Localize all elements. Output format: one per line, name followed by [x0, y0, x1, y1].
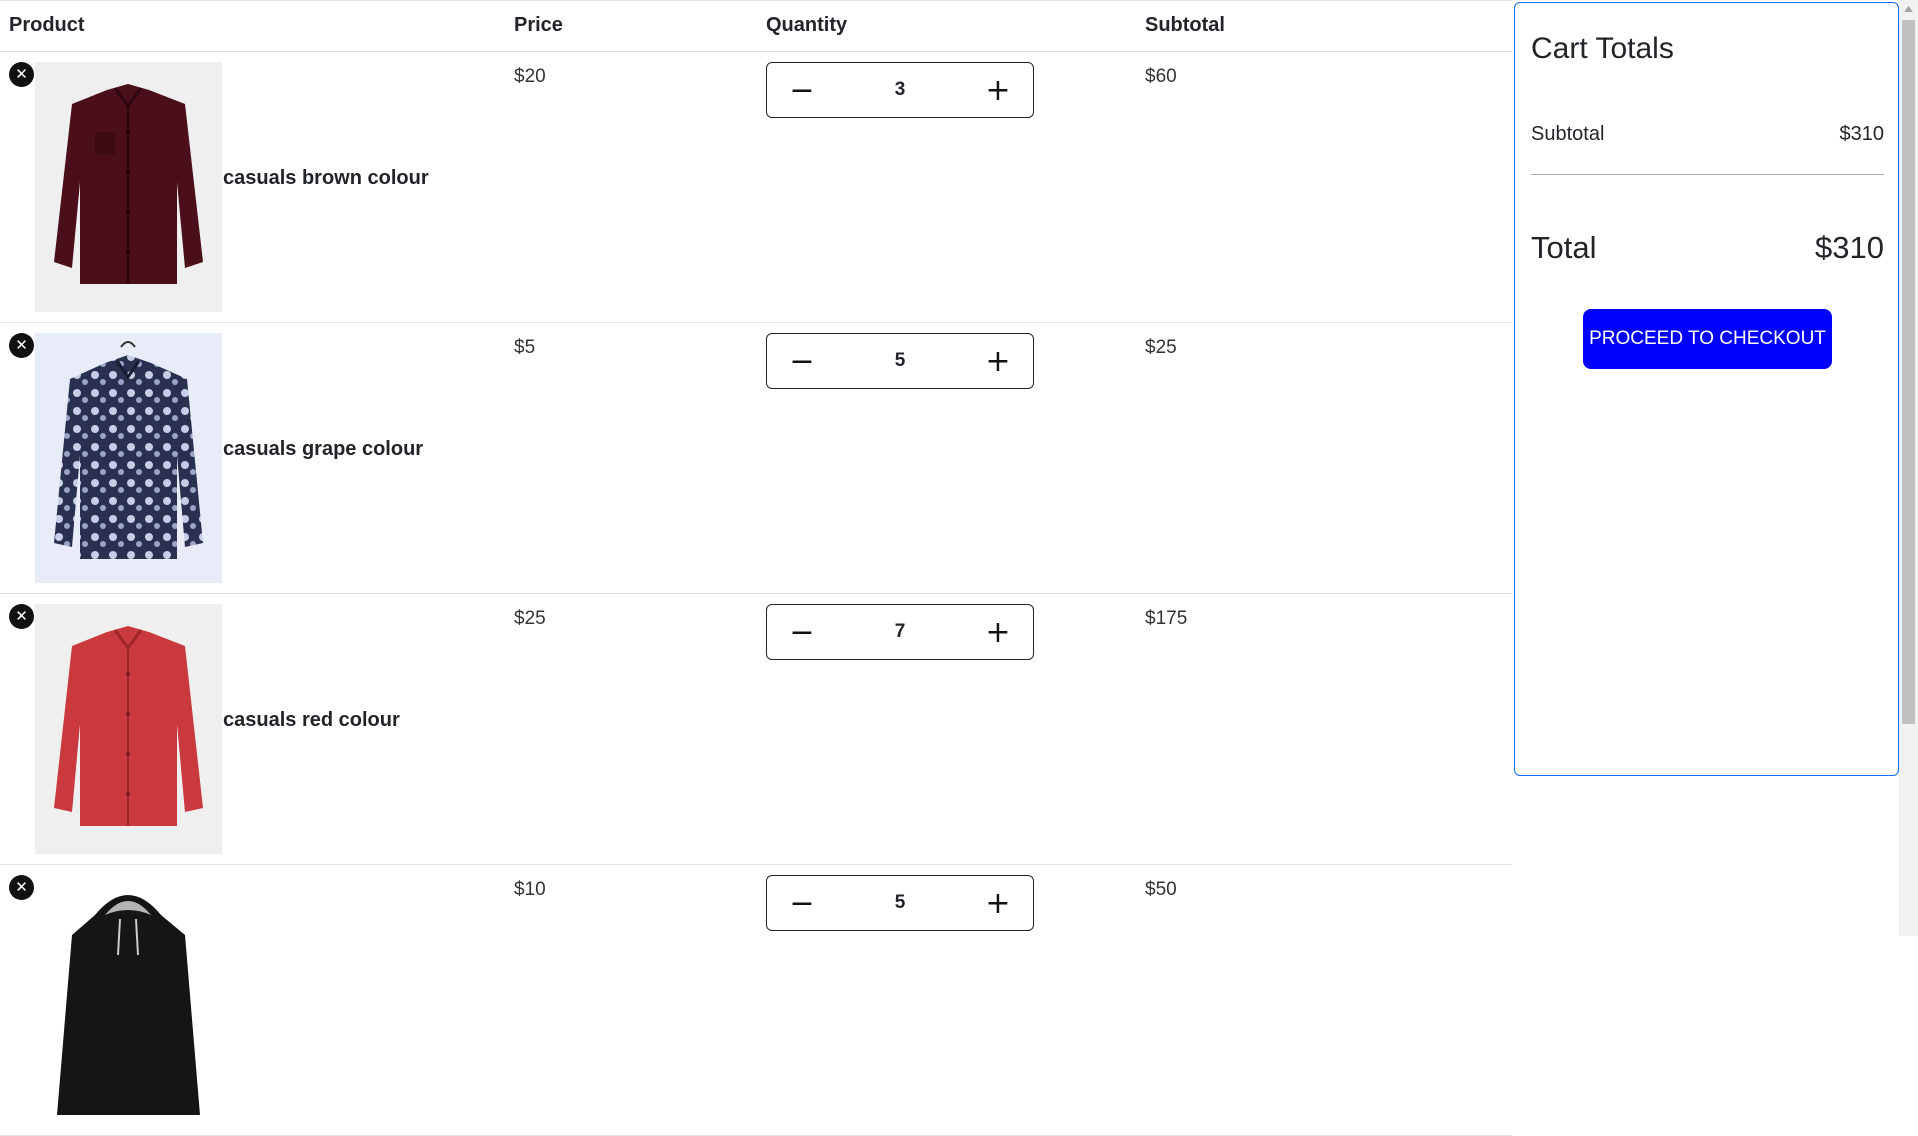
product-name[interactable]: casuals brown colour	[223, 167, 429, 190]
decrement-button[interactable]: −	[767, 876, 837, 930]
subtotal-label: Subtotal	[1531, 123, 1605, 145]
product-price: $20	[514, 66, 546, 87]
header-product: Product	[9, 14, 85, 36]
quantity-value[interactable]: 5	[837, 350, 963, 372]
minus-icon: −	[789, 614, 815, 650]
quantity-value[interactable]: 3	[837, 79, 963, 101]
close-icon: ✕	[15, 607, 28, 625]
table-row: ✕ $10 − 5 + $50	[0, 865, 1512, 1136]
row-subtotal: $25	[1145, 337, 1177, 358]
product-name[interactable]: casuals red colour	[223, 709, 400, 732]
header-quantity: Quantity	[766, 14, 848, 36]
remove-item-button[interactable]: ✕	[9, 62, 34, 87]
product-image-paisley-shirt	[35, 333, 222, 583]
total-label: Total	[1531, 230, 1597, 265]
remove-item-button[interactable]: ✕	[9, 604, 34, 629]
cart-table: Product Price Quantity Subtotal ✕ casual…	[0, 0, 1512, 1136]
row-subtotal: $175	[1145, 608, 1188, 629]
shirt-image	[35, 604, 222, 854]
row-subtotal: $50	[1145, 879, 1177, 900]
scrollbar-thumb[interactable]	[1902, 20, 1915, 724]
quantity-stepper: − 7 +	[766, 604, 1034, 660]
increment-button[interactable]: +	[963, 334, 1033, 388]
quantity-stepper: − 5 +	[766, 875, 1034, 931]
product-name[interactable]: casuals grape colour	[223, 438, 423, 461]
divider	[1531, 174, 1884, 175]
product-price: $10	[514, 879, 546, 900]
close-icon: ✕	[15, 878, 28, 896]
table-row: ✕ casuals red colour $25 − 7 + $175	[0, 594, 1512, 865]
vertical-scrollbar[interactable]	[1899, 0, 1918, 936]
remove-item-button[interactable]: ✕	[9, 875, 34, 900]
product-price: $25	[514, 608, 546, 629]
header-subtotal: Subtotal	[1145, 14, 1225, 36]
quantity-stepper: − 3 +	[766, 62, 1034, 118]
table-header: Product Price Quantity Subtotal	[0, 0, 1512, 52]
product-image-red-shirt	[35, 604, 222, 854]
row-subtotal: $60	[1145, 66, 1177, 87]
plus-icon: +	[985, 72, 1011, 108]
product-image-black-hoodie	[35, 875, 222, 1125]
proceed-to-checkout-button[interactable]: PROCEED TO CHECKOUT	[1583, 309, 1832, 369]
decrement-button[interactable]: −	[767, 63, 837, 117]
minus-icon: −	[789, 72, 815, 108]
cart-totals-title: Cart Totals	[1531, 32, 1674, 65]
close-icon: ✕	[15, 336, 28, 354]
product-price: $5	[514, 337, 536, 358]
minus-icon: −	[789, 885, 815, 921]
shirt-image	[35, 333, 222, 583]
plus-icon: +	[985, 885, 1011, 921]
quantity-value[interactable]: 7	[837, 621, 963, 643]
close-icon: ✕	[15, 65, 28, 83]
total-value: $310	[1815, 230, 1884, 265]
increment-button[interactable]: +	[963, 63, 1033, 117]
decrement-button[interactable]: −	[767, 605, 837, 659]
decrement-button[interactable]: −	[767, 334, 837, 388]
cart-totals-panel: Cart Totals Subtotal $310 Total $310 PRO…	[1514, 2, 1899, 776]
hoodie-image	[35, 875, 222, 1125]
minus-icon: −	[789, 343, 815, 379]
header-price: Price	[514, 14, 563, 36]
increment-button[interactable]: +	[963, 605, 1033, 659]
plus-icon: +	[985, 343, 1011, 379]
quantity-stepper: − 5 +	[766, 333, 1034, 389]
subtotal-value: $310	[1839, 123, 1885, 145]
quantity-value[interactable]: 5	[837, 892, 963, 914]
increment-button[interactable]: +	[963, 876, 1033, 930]
table-row: ✕ casuals grape colour $5 − 5 + $25	[0, 323, 1512, 594]
remove-item-button[interactable]: ✕	[9, 333, 34, 358]
table-row: ✕ casuals brown colour $20 − 3 + $60	[0, 52, 1512, 323]
scroll-up-arrow-icon[interactable]	[1899, 0, 1918, 17]
shirt-image	[35, 62, 222, 312]
plus-icon: +	[985, 614, 1011, 650]
product-image-maroon-shirt	[35, 62, 222, 312]
